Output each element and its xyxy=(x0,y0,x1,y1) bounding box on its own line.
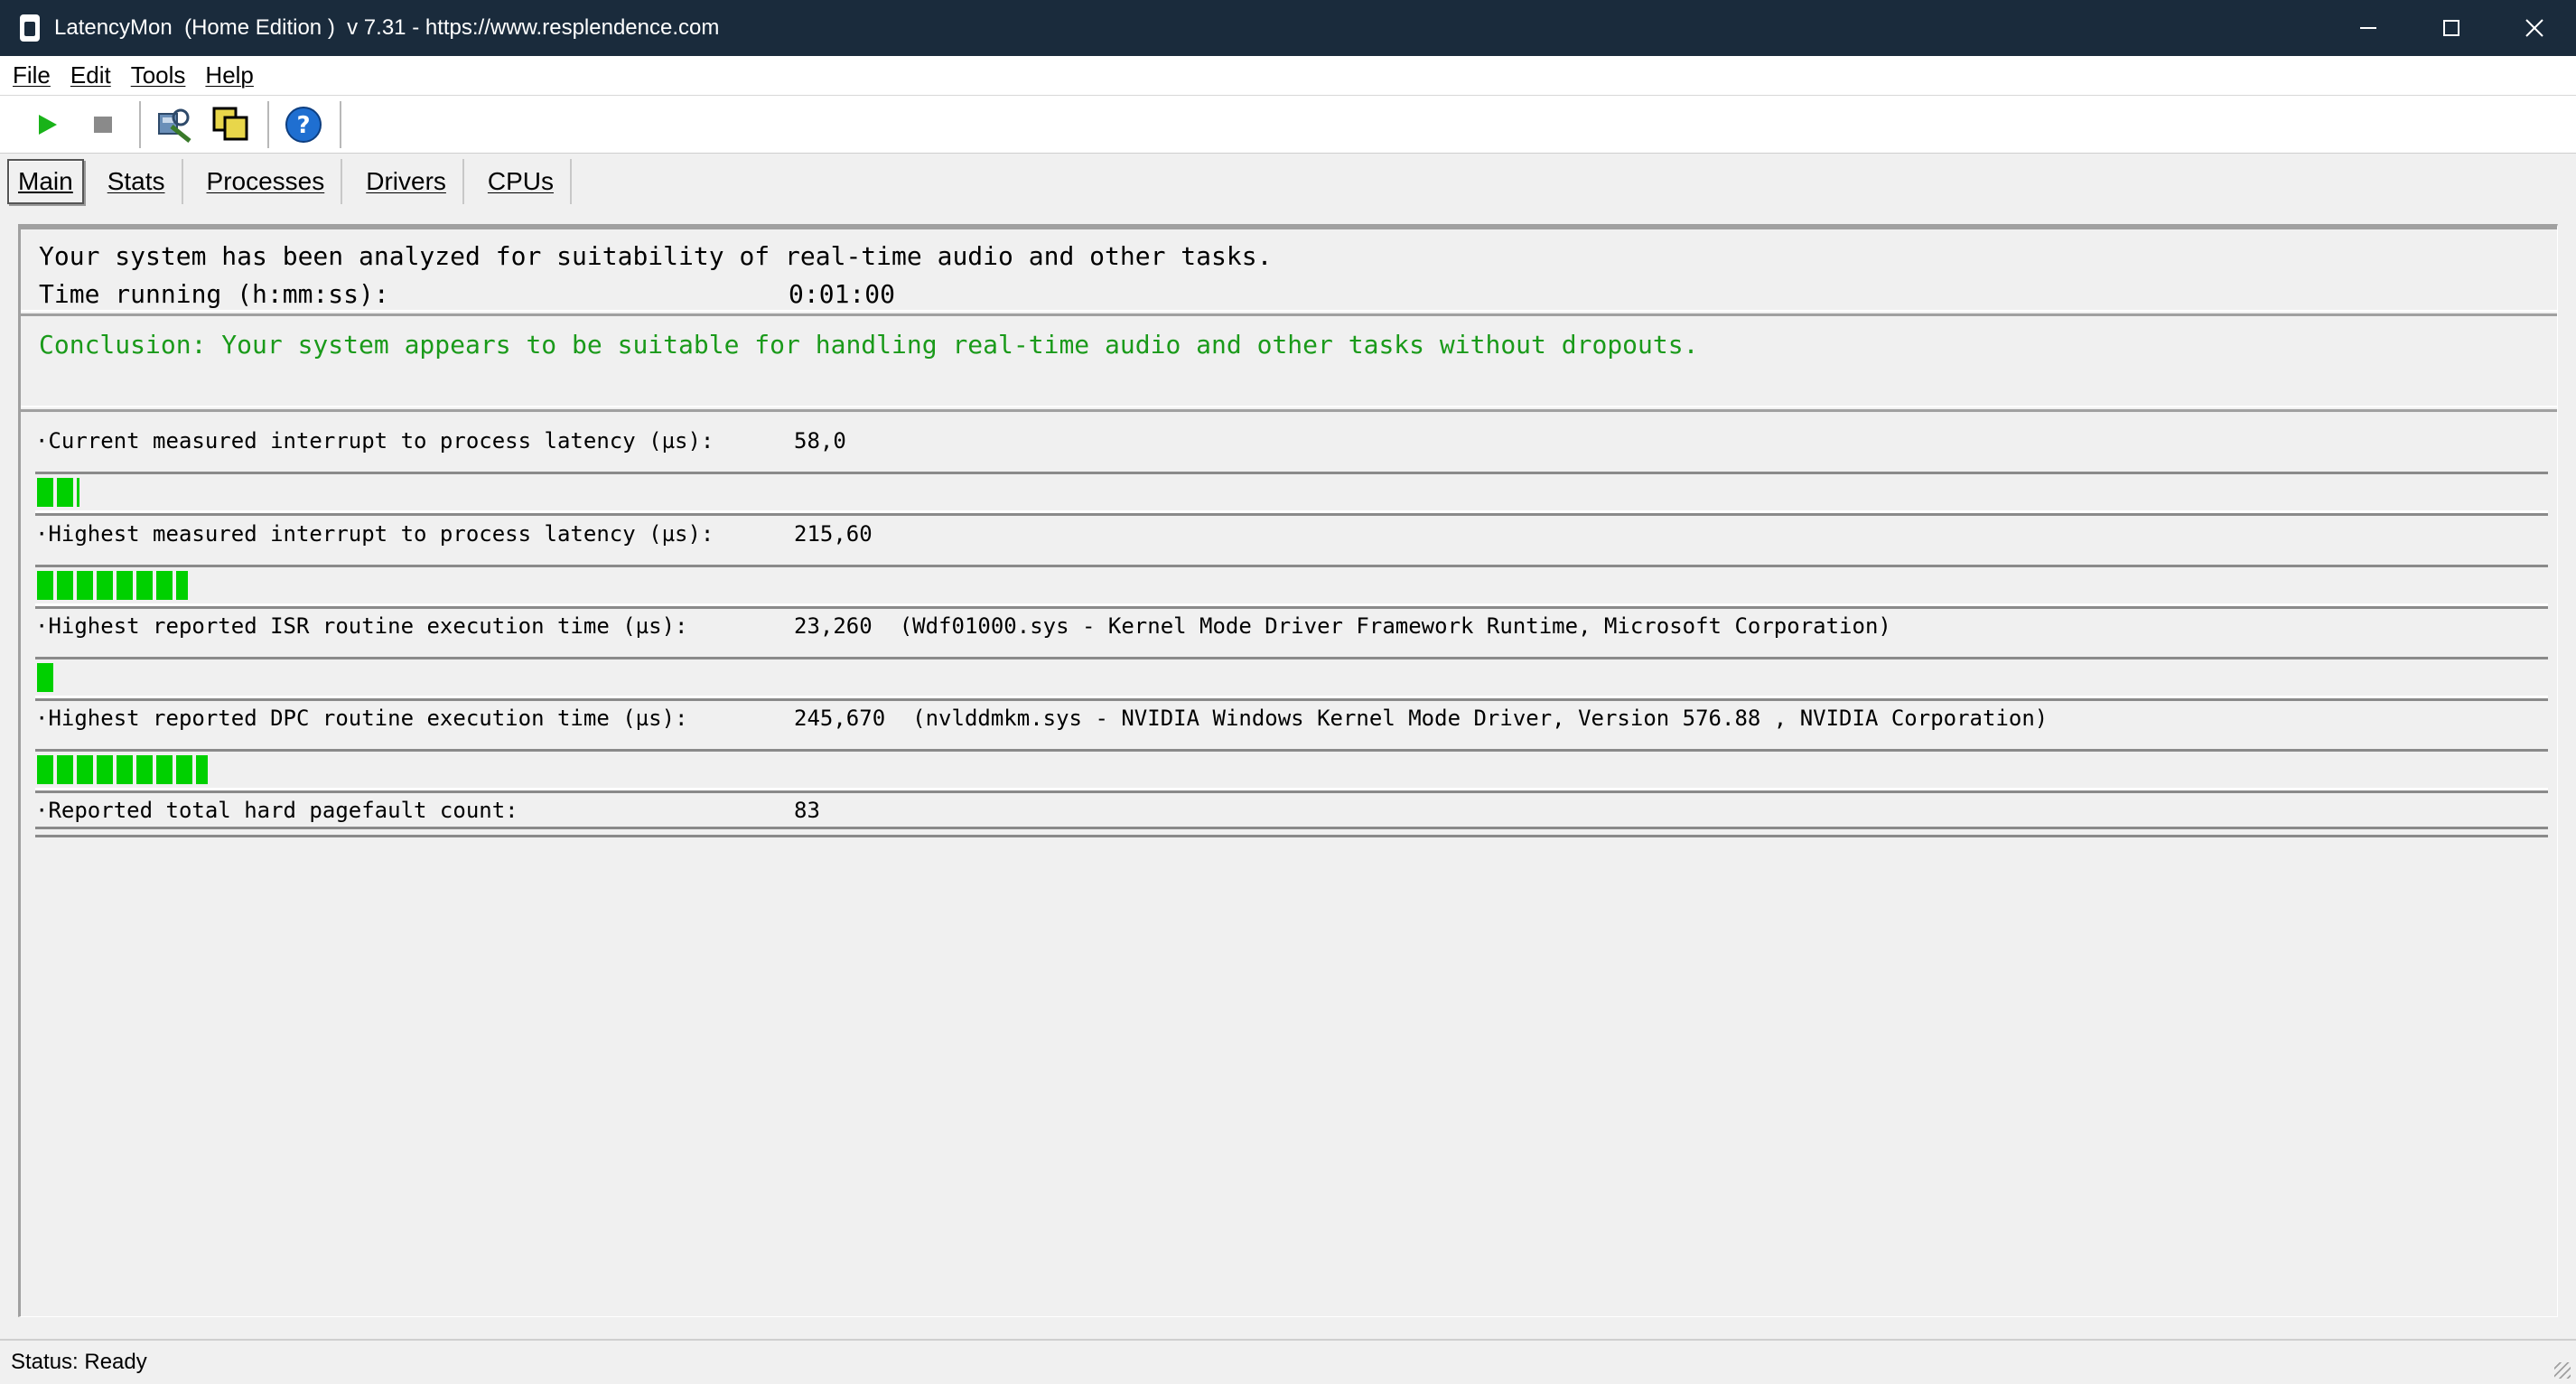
metric-detail: (Wdf01000.sys - Kernel Mode Driver Frame… xyxy=(899,613,1891,639)
latency-bar-fill xyxy=(37,478,79,507)
latency-bar-fill xyxy=(37,663,57,692)
latency-bar xyxy=(35,565,2548,606)
window-controls xyxy=(2327,0,2576,56)
close-button[interactable] xyxy=(2493,0,2576,56)
metric-value-number: 245,670 xyxy=(794,706,886,731)
menu-help[interactable]: Help xyxy=(205,61,253,89)
metric-value: 23,260 (Wdf01000.sys - Kernel Mode Driver… xyxy=(794,613,1891,639)
stop-button[interactable] xyxy=(81,103,125,146)
tab-drivers[interactable]: Drivers xyxy=(350,159,464,204)
metric-label: ·Highest reported DPC routine execution … xyxy=(35,706,688,731)
maximize-icon xyxy=(2443,20,2459,36)
windows-button[interactable] xyxy=(210,103,253,146)
windows-overlap-icon xyxy=(212,107,248,140)
toolbar-separator xyxy=(139,100,141,148)
menu-file[interactable]: File xyxy=(13,61,51,89)
metric-value-number: 215,60 xyxy=(794,521,873,547)
resize-grip-icon[interactable] xyxy=(2554,1362,2571,1379)
tab-cpus[interactable]: CPUs xyxy=(471,159,573,204)
tab-processes-label: Processes xyxy=(206,167,325,195)
help-icon: ? xyxy=(285,106,322,143)
metric-value: 58,0 xyxy=(794,428,846,454)
latency-bar xyxy=(35,657,2548,698)
status-text: Status: Ready xyxy=(11,1350,147,1374)
time-running-value: 0:01:00 xyxy=(789,278,896,309)
menu-tools[interactable]: Tools xyxy=(131,61,186,89)
time-running-label: Time running (h:mm:ss): xyxy=(39,278,389,309)
svg-text:?: ? xyxy=(296,112,310,139)
metric-label: ·Highest measured interrupt to process l… xyxy=(35,521,714,547)
stop-icon xyxy=(94,116,112,133)
metric-value: 215,60 xyxy=(794,521,873,547)
tab-stats[interactable]: Stats xyxy=(91,159,183,204)
tab-drivers-label: Drivers xyxy=(366,167,446,195)
tab-main[interactable]: Main xyxy=(7,159,84,204)
minimize-button[interactable] xyxy=(2327,0,2410,56)
conclusion-text: Conclusion: Your system appears to be su… xyxy=(39,329,1699,360)
tab-stats-label: Stats xyxy=(107,167,165,195)
help-button[interactable]: ? xyxy=(282,103,325,146)
menu-bar: File Edit Tools Help xyxy=(0,56,2576,96)
play-icon xyxy=(39,114,57,135)
window-title: LatencyMon (Home Edition ) v 7.31 - http… xyxy=(54,15,720,40)
main-panel: Your system has been analyzed for suitab… xyxy=(18,224,2558,1317)
toolbar-separator xyxy=(340,100,341,148)
metric-detail: (nvlddmkm.sys - NVIDIA Windows Kernel Mo… xyxy=(912,706,2049,731)
conclusion-panel: Conclusion: Your system appears to be su… xyxy=(21,313,2557,407)
metric-value: 245,670 (nvlddmkm.sys - NVIDIA Windows Ke… xyxy=(794,706,2048,731)
toolbar-separator xyxy=(267,100,269,148)
tab-main-label: Main xyxy=(18,167,73,195)
minimize-icon xyxy=(2360,27,2376,29)
pagefault-divider xyxy=(35,827,2548,837)
start-button[interactable] xyxy=(25,103,69,146)
maximize-button[interactable] xyxy=(2410,0,2493,56)
menu-edit[interactable]: Edit xyxy=(70,61,111,89)
tab-processes[interactable]: Processes xyxy=(191,159,343,204)
metric-label: ·Highest reported ISR routine execution … xyxy=(35,613,688,639)
status-bar: Status: Ready xyxy=(0,1339,2576,1384)
tab-bar: Main Stats Processes Drivers CPUs xyxy=(0,155,2576,208)
driver-search-button[interactable] xyxy=(154,103,197,146)
latency-bar xyxy=(35,749,2548,790)
time-running-row: Time running (h:mm:ss): 0:01:00 xyxy=(39,275,2539,313)
latency-bar xyxy=(35,472,2548,513)
metric-value-number: 23,260 xyxy=(794,613,873,639)
metric-value: 83 xyxy=(794,798,820,823)
driver-search-icon xyxy=(158,108,191,143)
title-bar: LatencyMon (Home Edition ) v 7.31 - http… xyxy=(0,0,2576,56)
summary-line: Your system has been analyzed for suitab… xyxy=(39,240,1273,271)
latency-bar-fill xyxy=(37,571,188,600)
close-icon xyxy=(2525,19,2543,37)
metric-label: ·Reported total hard pagefault count: xyxy=(35,798,518,823)
analysis-summary: Your system has been analyzed for suitab… xyxy=(21,227,2557,312)
metrics-panel: ·Current measured interrupt to process l… xyxy=(21,409,2557,1318)
metric-value-number: 58,0 xyxy=(794,428,846,454)
app-icon xyxy=(20,14,40,42)
latency-bar-fill xyxy=(37,755,208,784)
toolbar: ? xyxy=(0,96,2576,154)
tab-cpus-label: CPUs xyxy=(487,167,555,195)
metric-label: ·Current measured interrupt to process l… xyxy=(35,428,714,454)
